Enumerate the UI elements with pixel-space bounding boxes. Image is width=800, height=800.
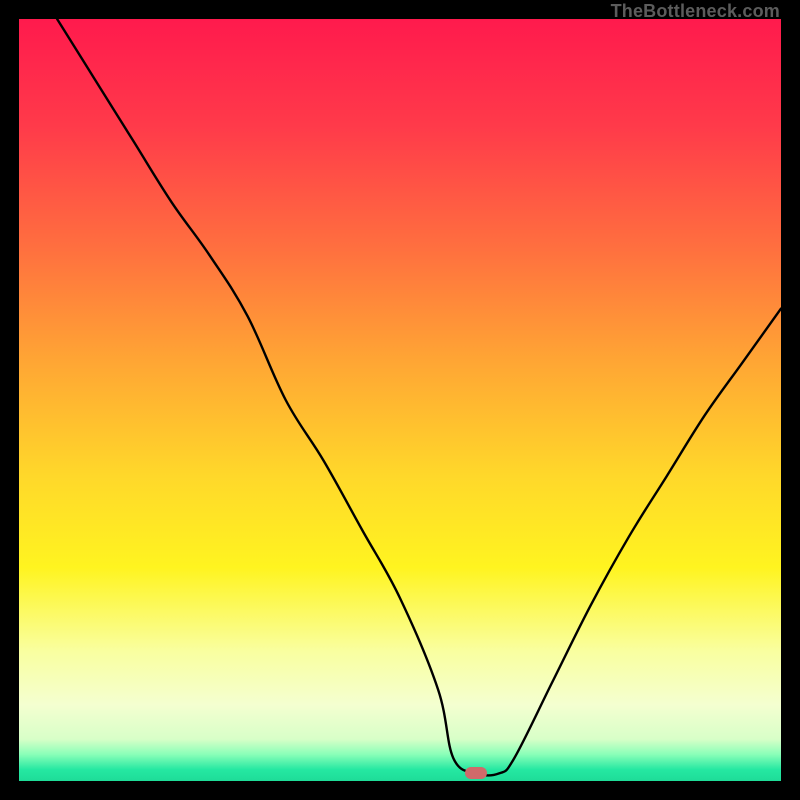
bottleneck-curve — [19, 19, 781, 781]
optimal-marker — [465, 767, 487, 779]
watermark-label: TheBottleneck.com — [611, 1, 780, 22]
plot-area — [19, 19, 781, 781]
chart-frame: TheBottleneck.com — [0, 0, 800, 800]
